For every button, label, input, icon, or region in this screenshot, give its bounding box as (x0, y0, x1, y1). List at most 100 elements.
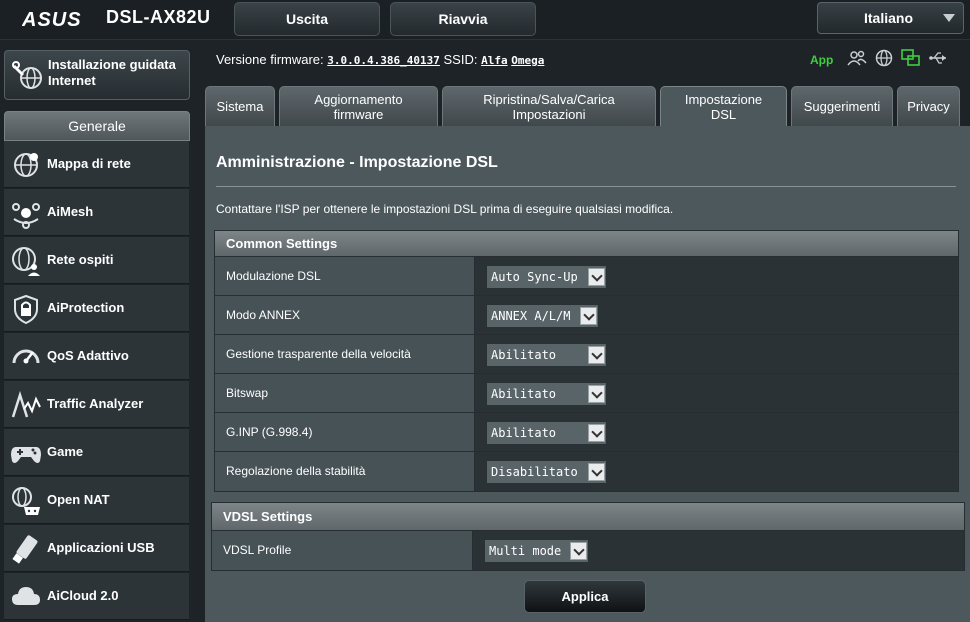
general-section-header: Generale (4, 111, 190, 141)
open-nat-icon (10, 485, 42, 517)
clients-icon[interactable] (847, 49, 867, 72)
vdsl-profile-select[interactable]: Multi mode (484, 539, 589, 563)
sidebar-item-label: Mappa di rete (47, 156, 131, 171)
value-cell: Abilitato (474, 413, 958, 451)
value-cell: Abilitato (474, 374, 958, 412)
asus-logo[interactable]: ASUS (22, 8, 98, 30)
sidebar-item-game[interactable]: Game (4, 429, 189, 476)
row-label-transparent-speed: Gestione trasparente della velocità (226, 347, 411, 361)
page-description: Contattare l'ISP per ottenere le imposta… (216, 202, 674, 216)
sidebar-item-label: Open NAT (47, 492, 110, 507)
internet-globe-icon[interactable] (875, 49, 893, 72)
table-row: G.INP (G.998.4) Abilitato (215, 413, 958, 452)
top-bar: ASUS DSL-AX82U Uscita Riavvia Italiano (0, 0, 970, 40)
stability-adjustment-select[interactable]: Disabilitato (486, 460, 607, 484)
firmware-version-link[interactable]: 3.0.0.4.386_40137 (327, 54, 440, 67)
app-link[interactable]: App (810, 53, 833, 67)
wrench-globe-icon (12, 60, 44, 92)
sidebar-item-label: AiCloud 2.0 (47, 588, 119, 603)
table-row: VDSL Profile Multi mode (212, 531, 964, 570)
tab-firmware-upgrade[interactable]: Aggiornamento firmware (279, 86, 438, 126)
router-model: DSL-AX82U (106, 7, 211, 27)
aimesh-icon (10, 197, 42, 229)
value-cell: Multi mode (472, 531, 964, 570)
network-status-icon[interactable] (901, 48, 921, 72)
select-value: Abilitato (491, 387, 557, 401)
shield-lock-icon (10, 293, 42, 325)
table-row: Bitswap Abilitato (215, 374, 958, 413)
svg-text:ASUS: ASUS (22, 9, 82, 30)
common-settings-header: Common Settings (215, 231, 958, 257)
select-value: Multi mode (489, 544, 562, 558)
common-settings-table: Common Settings Modulazione DSL Auto Syn… (214, 230, 959, 492)
logout-button[interactable]: Uscita (234, 2, 380, 36)
tab-privacy[interactable]: Privacy (897, 86, 960, 126)
table-row: Regolazione della stabilità Disabilitato (215, 452, 958, 491)
sidebar-item-label: AiProtection (47, 300, 125, 315)
speedometer-icon (10, 341, 42, 373)
select-value: ANNEX A/L/M (491, 309, 571, 323)
select-value: Abilitato (491, 426, 557, 440)
sidebar-item-open-nat[interactable]: Open NAT (4, 477, 189, 524)
dsl-modulation-select[interactable]: Auto Sync-Up (486, 265, 607, 289)
chevron-down-icon (943, 14, 955, 22)
tab-feedback[interactable]: Suggerimenti (791, 86, 893, 126)
sidebar-item-traffic-analyzer[interactable]: Traffic Analyzer (4, 381, 189, 428)
sidebar-item-network-map[interactable]: Mappa di rete (4, 141, 189, 188)
sidebar-item-label: Applicazioni USB (47, 540, 155, 555)
annex-mode-select[interactable]: ANNEX A/L/M (486, 304, 599, 328)
usb-icon (10, 533, 42, 565)
sidebar-item-aiprotection[interactable]: AiProtection (4, 285, 189, 332)
status-icons: App (810, 48, 949, 72)
sidebar-item-label: QoS Adattivo (47, 348, 129, 363)
sidebar-item-aicloud[interactable]: AiCloud 2.0 (4, 573, 189, 620)
table-row: Modo ANNEX ANNEX A/L/M (215, 296, 958, 335)
row-label-stability-adjustment: Regolazione della stabilità (226, 464, 366, 478)
select-value: Disabilitato (491, 465, 578, 479)
ssid-link-1[interactable]: Alfa (481, 54, 508, 67)
row-label-vdsl-profile: VDSL Profile (223, 543, 292, 557)
select-value: Abilitato (491, 348, 557, 362)
firmware-info: Versione firmware: 3.0.0.4.386_40137 SSI… (216, 52, 544, 67)
usb-status-icon[interactable] (929, 51, 949, 70)
chevron-down-icon (588, 385, 605, 403)
sidebar-item-usb-applications[interactable]: Applicazioni USB (4, 525, 189, 572)
chevron-down-icon (580, 307, 597, 325)
sidebar-item-guest-network[interactable]: Rete ospiti (4, 237, 189, 284)
sidebar-item-adaptive-qos[interactable]: QoS Adattivo (4, 333, 189, 380)
row-label-bitswap: Bitswap (226, 386, 269, 400)
table-row: Modulazione DSL Auto Sync-Up (215, 257, 958, 296)
vdsl-settings-header: VDSL Settings (212, 503, 964, 531)
chevron-down-icon (588, 346, 605, 364)
quick-internet-setup-button[interactable]: Installazione guidata Internet (4, 50, 190, 100)
tab-dsl-setting[interactable]: Impostazione DSL (660, 86, 787, 127)
ssid-link-2[interactable]: Omega (511, 54, 544, 67)
value-cell: ANNEX A/L/M (474, 296, 958, 334)
vdsl-settings-table: VDSL Settings VDSL Profile Multi mode (211, 502, 965, 571)
tab-restore-save-upload[interactable]: Ripristina/Salva/Carica Impostazioni (442, 86, 656, 126)
chevron-down-icon (588, 463, 605, 481)
row-label-ginp: G.INP (G.998.4) (226, 425, 313, 439)
network-map-icon (10, 149, 42, 181)
table-row: Gestione trasparente della velocità Abil… (215, 335, 958, 374)
page-title: Amministrazione - Impostazione DSL (216, 154, 498, 171)
traffic-analyzer-icon (10, 389, 42, 421)
apply-button[interactable]: Applica (524, 580, 646, 613)
chevron-down-icon (588, 424, 605, 442)
ginp-select[interactable]: Abilitato (486, 421, 607, 445)
main-content: Amministrazione - Impostazione DSL Conta… (205, 126, 970, 622)
title-divider (216, 186, 956, 187)
chevron-down-icon (588, 268, 605, 286)
value-cell: Abilitato (474, 335, 958, 373)
tab-system[interactable]: Sistema (205, 86, 275, 126)
bitswap-select[interactable]: Abilitato (486, 382, 607, 406)
sidebar-item-aimesh[interactable]: AiMesh (4, 189, 189, 236)
row-label-dsl-modulation: Modulazione DSL (226, 269, 321, 283)
language-select[interactable]: Italiano (817, 2, 964, 34)
value-cell: Auto Sync-Up (474, 257, 958, 295)
transparent-speed-select[interactable]: Abilitato (486, 343, 607, 367)
reboot-button[interactable]: Riavvia (390, 2, 536, 36)
chevron-down-icon (570, 542, 587, 560)
sidebar-item-label: Traffic Analyzer (47, 396, 144, 411)
cloud-icon (10, 581, 42, 613)
